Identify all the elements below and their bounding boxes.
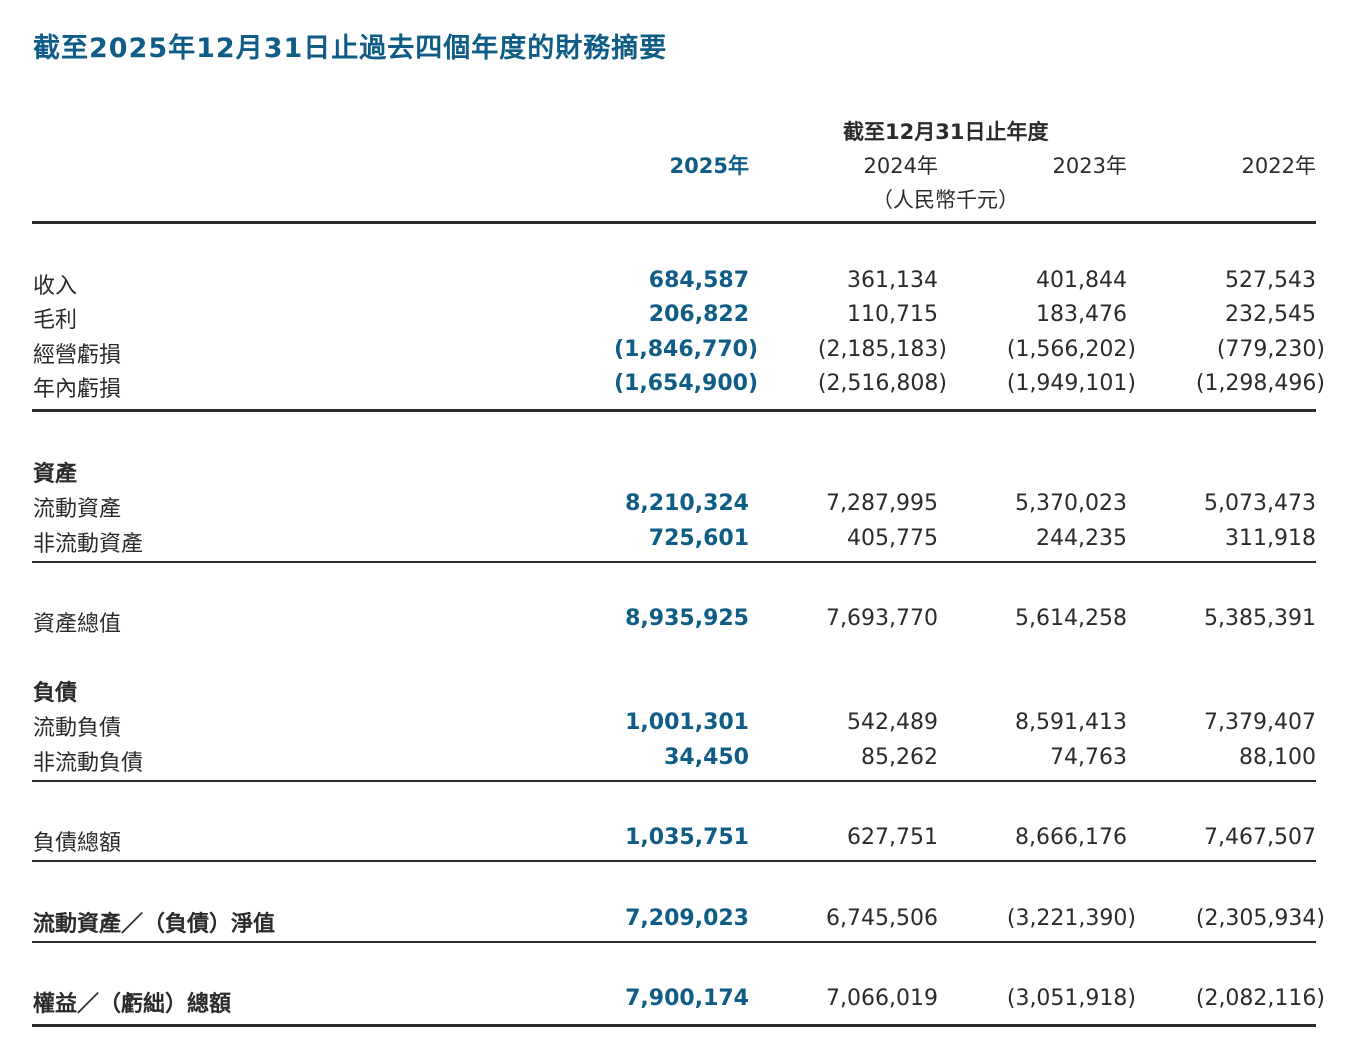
cell: 34,450: [664, 745, 749, 770]
cell: 85,262: [861, 745, 938, 770]
cell: 542,489: [847, 710, 938, 735]
row-label-total-assets: 資產總值: [33, 612, 122, 637]
cell: 8,210,324: [625, 491, 749, 516]
cell: 7,379,407: [1204, 710, 1316, 735]
cell: 244,235: [1036, 526, 1127, 551]
divider: [32, 780, 1316, 782]
row-label-net-current-assets: 流動資產／（負債）淨值: [33, 912, 276, 937]
cell: 8,666,176: [1015, 825, 1127, 850]
cell: (3,221,390): [1006, 906, 1136, 931]
divider: [32, 561, 1316, 563]
cell: 5,073,473: [1204, 491, 1316, 516]
cell: 405,775: [847, 526, 938, 551]
cell: (1,566,202): [1006, 337, 1136, 362]
section-heading-assets: 資產: [33, 462, 78, 487]
cell: (3,051,918): [1006, 986, 1136, 1011]
row-label-total-liabilities: 負債總額: [33, 831, 122, 856]
cell: 1,001,301: [625, 710, 749, 735]
cell: 5,370,023: [1015, 491, 1127, 516]
cell: 7,066,019: [826, 986, 938, 1011]
section-heading-liabilities: 負債: [33, 681, 78, 706]
cell: 88,100: [1239, 745, 1316, 770]
cell: (2,516,808): [817, 371, 947, 396]
year-2023-header: 2023年: [1052, 154, 1127, 178]
cell: 1,035,751: [625, 825, 749, 850]
cell: 527,543: [1225, 268, 1316, 293]
cell: 7,209,023: [625, 906, 749, 931]
cell: 8,935,925: [625, 606, 749, 631]
cell: 110,715: [847, 302, 938, 327]
cell: 7,900,174: [625, 986, 749, 1011]
divider: [32, 941, 1316, 943]
cell: (1,654,900): [614, 371, 758, 396]
row-label-non-current-assets: 非流動資產: [33, 532, 144, 557]
year-2024-header: 2024年: [863, 154, 938, 178]
row-label-current-liabilities: 流動負債: [33, 716, 122, 741]
cell: (1,846,770): [614, 337, 758, 362]
row-label-loss-for-year: 年內虧損: [33, 377, 122, 402]
header-rule: [32, 221, 1316, 224]
row-label-non-current-liabilities: 非流動負債: [33, 751, 144, 776]
divider: [32, 409, 1316, 412]
period-header: 截至12月31日止年度: [843, 120, 1049, 144]
cell: 684,587: [648, 268, 749, 293]
unit-header: （人民幣千元）: [872, 188, 1019, 212]
row-label-revenue: 收入: [33, 274, 78, 299]
cell: 401,844: [1036, 268, 1127, 293]
divider: [32, 860, 1316, 862]
cell: 7,693,770: [826, 606, 938, 631]
row-label-operating-loss: 經營虧損: [33, 343, 122, 368]
cell: 232,545: [1225, 302, 1316, 327]
cell: (1,298,496): [1195, 371, 1325, 396]
cell: 5,385,391: [1204, 606, 1316, 631]
year-2022-header: 2022年: [1241, 154, 1316, 178]
bottom-rule: [32, 1024, 1316, 1027]
cell: 7,467,507: [1204, 825, 1316, 850]
cell: (779,230): [1216, 337, 1325, 362]
cell: 6,745,506: [826, 906, 938, 931]
cell: 361,134: [847, 268, 938, 293]
row-label-gross-profit: 毛利: [33, 308, 78, 333]
cell: 183,476: [1036, 302, 1127, 327]
row-label-total-equity: 權益／（虧絀）總額: [33, 992, 232, 1017]
cell: 311,918: [1225, 526, 1316, 551]
cell: 627,751: [847, 825, 938, 850]
cell: 5,614,258: [1015, 606, 1127, 631]
row-label-current-assets: 流動資產: [33, 497, 122, 522]
cell: 206,822: [648, 302, 749, 327]
cell: (2,082,116): [1195, 986, 1325, 1011]
cell: (2,305,934): [1195, 906, 1325, 931]
cell: 725,601: [648, 526, 749, 551]
cell: (1,949,101): [1006, 371, 1136, 396]
page-title: 截至2025年12月31日止過去四個年度的財務摘要: [33, 33, 668, 64]
cell: 8,591,413: [1015, 710, 1127, 735]
cell: 74,763: [1050, 745, 1127, 770]
year-2025-header: 2025年: [669, 154, 749, 178]
cell: (2,185,183): [817, 337, 947, 362]
cell: 7,287,995: [826, 491, 938, 516]
